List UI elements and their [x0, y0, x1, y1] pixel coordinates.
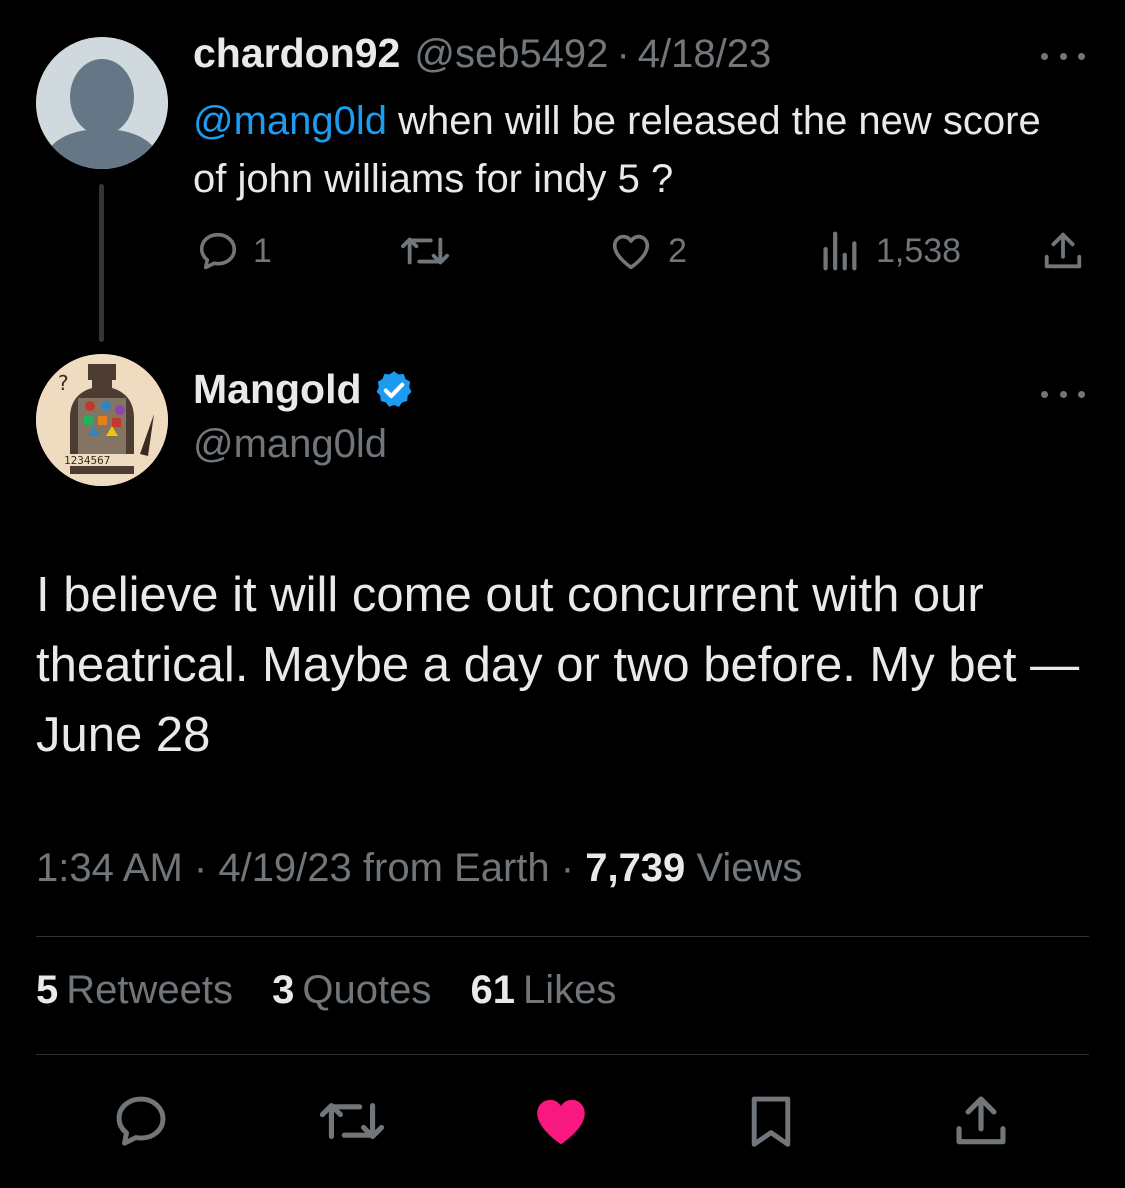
- share-button[interactable]: [950, 1090, 1012, 1157]
- likes-label: Likes: [522, 968, 617, 1012]
- views-label: Views: [696, 846, 803, 890]
- avatar-artwork: 1234567 ?: [36, 354, 168, 486]
- default-avatar-icon: [36, 37, 168, 169]
- bookmark-button[interactable]: [740, 1090, 802, 1157]
- divider: [36, 1054, 1089, 1055]
- more-icon[interactable]: [1041, 46, 1085, 66]
- separator-dot: ·: [560, 846, 586, 890]
- separator-dot: ·: [616, 32, 630, 76]
- retweets-label: Retweets: [66, 968, 233, 1012]
- reply-button[interactable]: 1: [195, 228, 272, 274]
- share-button[interactable]: [1040, 228, 1086, 274]
- tweet-meta: 1:34 AM · 4/19/23 from Earth · 7,739 Vie…: [36, 846, 802, 891]
- quotes-stat[interactable]: 3 Quotes: [272, 968, 431, 1012]
- like-button[interactable]: [530, 1090, 592, 1157]
- likes-stat[interactable]: 61 Likes: [470, 968, 616, 1012]
- engagement-stats: 5 Retweets 3 Quotes 61 Likes: [36, 968, 616, 1013]
- retweet-icon: [401, 237, 449, 265]
- likes-count: 61: [470, 968, 515, 1012]
- quotes-label: Quotes: [302, 968, 432, 1012]
- retweet-button[interactable]: [316, 1090, 388, 1157]
- like-icon: [537, 1099, 585, 1145]
- reply-icon: [199, 232, 237, 270]
- retweet-button[interactable]: [398, 228, 452, 274]
- retweets-stat[interactable]: 5 Retweets: [36, 968, 233, 1012]
- retweet-icon: [319, 1102, 385, 1139]
- share-icon: [1044, 232, 1082, 269]
- bookmark-icon: [751, 1096, 791, 1147]
- views-button[interactable]: 1,538: [818, 228, 961, 274]
- divider: [36, 936, 1089, 937]
- tweet-text: I believe it will come out concurrent wi…: [36, 568, 1080, 762]
- reply-icon: [116, 1096, 166, 1146]
- parent-tweet-text: @mang0ld when will be released the new s…: [193, 92, 1073, 208]
- author-handle[interactable]: @mang0ld: [193, 422, 387, 467]
- parent-author-name[interactable]: chardon92: [193, 30, 400, 77]
- more-icon[interactable]: [1041, 384, 1085, 404]
- retweets-count: 5: [36, 968, 59, 1012]
- parent-avatar[interactable]: [36, 37, 168, 169]
- share-icon: [956, 1096, 1006, 1145]
- views-icon: [823, 231, 857, 271]
- separator-dot: ·: [193, 846, 219, 890]
- mangold-avatar[interactable]: 1234567 ?: [36, 354, 168, 486]
- quotes-count: 3: [272, 968, 295, 1012]
- mention-link[interactable]: @mang0ld: [193, 99, 387, 143]
- author-name[interactable]: Mangold: [193, 366, 362, 413]
- thread-connector: [99, 184, 104, 342]
- views-count: 7,739: [585, 846, 686, 890]
- svg-text:?: ?: [58, 371, 69, 395]
- tweet-time[interactable]: 1:34 AM: [36, 846, 183, 890]
- verified-badge-icon: [376, 370, 411, 407]
- views-count: 1,538: [876, 231, 962, 270]
- like-icon: [612, 234, 650, 270]
- tweet-author: Mangold: [193, 366, 416, 413]
- parent-handle[interactable]: @seb5492: [414, 32, 608, 77]
- like-button[interactable]: 2: [608, 228, 687, 274]
- svg-text:1234567: 1234567: [64, 454, 110, 467]
- tweet-date[interactable]: 4/19/23: [218, 846, 351, 890]
- tweet-source: from Earth: [362, 846, 550, 890]
- reply-button[interactable]: [110, 1090, 172, 1157]
- parent-date[interactable]: 4/18/23: [638, 32, 771, 77]
- reply-count: 1: [253, 231, 272, 270]
- like-count: 2: [668, 231, 687, 270]
- parent-header: chardon92 @seb5492 · 4/18/23: [193, 30, 771, 86]
